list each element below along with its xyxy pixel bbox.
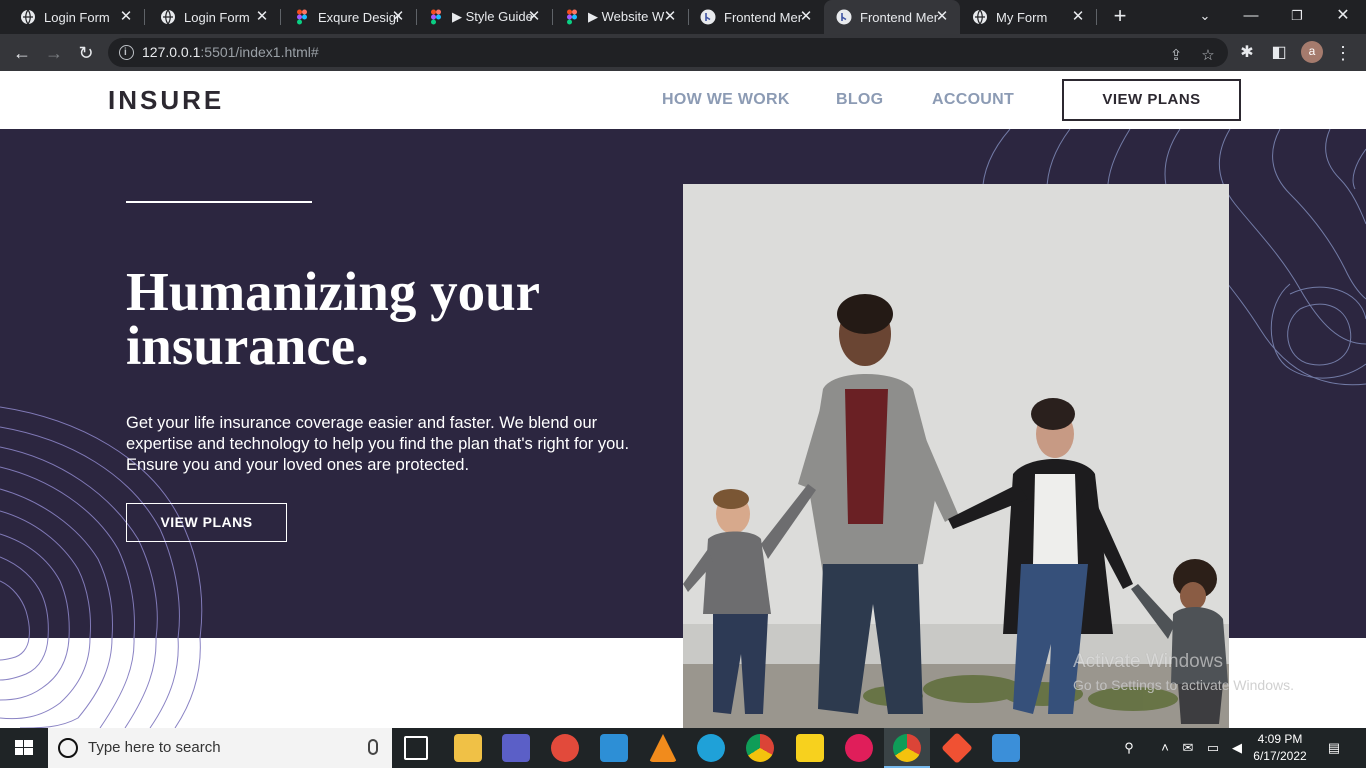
- tab-login-form-2[interactable]: Login Form ✕: [144, 0, 281, 34]
- windows-logo-icon: [15, 740, 33, 755]
- vscode-icon[interactable]: [600, 734, 628, 762]
- slack-icon[interactable]: [845, 734, 873, 762]
- contour-decoration-lower: [0, 638, 201, 728]
- tab-title: My Form: [996, 9, 1048, 25]
- hero-description: Get your life insurance coverage easier …: [126, 414, 630, 474]
- tab-style-guide[interactable]: ▶ Style Guide ✕: [416, 0, 553, 34]
- tab-website-w[interactable]: ▶ Website W ✕: [552, 0, 689, 34]
- address-bar[interactable]: 127.0.0.1:5501/index1.html# ⇪ ☆: [108, 38, 1228, 67]
- figma-icon: [567, 9, 577, 25]
- close-icon[interactable]: ✕: [118, 9, 134, 25]
- family-photo: [683, 184, 1229, 728]
- search-placeholder: Type here to search: [88, 739, 221, 756]
- microphone-icon[interactable]: [368, 739, 378, 755]
- tab-exqure-design[interactable]: Exqure Design ✕: [280, 0, 417, 34]
- close-icon[interactable]: ✕: [798, 9, 814, 25]
- hero-title: Humanizing your insurance.: [126, 261, 540, 376]
- globe-icon: [21, 9, 35, 25]
- browser-tab-strip: Login Form ✕ Login Form ✕ Exqure Design …: [0, 0, 1366, 34]
- figma-icon: [297, 9, 307, 25]
- url-path: :5501/index1.html#: [200, 44, 319, 60]
- file-explorer-icon[interactable]: [454, 734, 482, 762]
- restore-icon[interactable]: ❐: [1274, 0, 1320, 34]
- chrome-active-icon[interactable]: [884, 728, 930, 768]
- browser-toolbar: ← → ↻ 127.0.0.1:5501/index1.html# ⇪ ☆ ✱ …: [0, 34, 1366, 71]
- nav-how-we-work[interactable]: HOW WE WORK: [662, 91, 790, 109]
- extensions-puzzle-icon[interactable]: ✱: [1236, 42, 1258, 64]
- display-icon[interactable]: ▭: [1202, 728, 1224, 768]
- photos-icon[interactable]: [992, 734, 1020, 762]
- network-icon[interactable]: ✉: [1178, 728, 1198, 768]
- vlc-icon[interactable]: [649, 734, 677, 762]
- notification-icon[interactable]: ▤: [1322, 728, 1346, 768]
- close-window-icon[interactable]: ✕: [1320, 0, 1366, 34]
- share-icon[interactable]: ⇪: [1166, 46, 1186, 66]
- teams-icon[interactable]: [502, 734, 530, 762]
- chrome-icon[interactable]: [746, 734, 774, 762]
- nav-blog[interactable]: BLOG: [836, 91, 883, 109]
- tab-login-form-1[interactable]: Login Form ✕: [0, 0, 145, 34]
- close-icon[interactable]: ✕: [526, 9, 542, 25]
- activate-windows-title: Activate Windows: [1073, 651, 1223, 672]
- site-logo[interactable]: INSURE: [108, 85, 224, 116]
- people-icon[interactable]: ⚲: [1118, 728, 1140, 768]
- edge-icon[interactable]: [697, 734, 725, 762]
- close-icon[interactable]: ✕: [934, 9, 950, 25]
- close-icon[interactable]: ✕: [390, 9, 406, 25]
- activate-windows-subtitle: Go to Settings to activate Windows.: [1073, 677, 1294, 693]
- clock-date: 6/17/2022: [1253, 749, 1307, 763]
- tab-title: Frontend Mer: [860, 9, 939, 25]
- tab-my-form[interactable]: My Form ✕: [960, 0, 1097, 34]
- chevron-up-icon[interactable]: ˄: [1155, 728, 1175, 768]
- cortana-circle-icon: [58, 738, 78, 758]
- sticky-notes-icon[interactable]: [796, 734, 824, 762]
- tab-search-chevron-icon[interactable]: ⌄: [1182, 0, 1228, 34]
- taskbar-search-input[interactable]: Type here to search: [48, 728, 392, 768]
- task-view-icon[interactable]: [404, 736, 428, 760]
- globe-icon: [973, 9, 987, 25]
- bookmark-star-icon[interactable]: ☆: [1198, 46, 1218, 66]
- tab-frontend-mentor-1[interactable]: Frontend Mer ✕: [688, 0, 824, 34]
- view-plans-button[interactable]: VIEW PLANS: [126, 503, 287, 542]
- start-button[interactable]: [0, 728, 48, 768]
- url-host: 127.0.0.1: [142, 44, 201, 60]
- figma-icon: [431, 9, 441, 25]
- menu-kebab-icon[interactable]: ⋮: [1332, 42, 1354, 64]
- frontend-mentor-icon: [700, 9, 716, 25]
- minimize-icon[interactable]: —: [1228, 0, 1274, 34]
- windows-taskbar: Type here to search ⚲ ˄ ✉ ▭ ◀ 4:09 PM 6/…: [0, 728, 1366, 768]
- taskbar-clock[interactable]: 4:09 PM 6/17/2022: [1248, 731, 1312, 765]
- globe-icon: [161, 9, 175, 25]
- volume-icon[interactable]: ◀: [1226, 728, 1248, 768]
- avatar[interactable]: a: [1301, 41, 1323, 63]
- frontend-mentor-icon: [836, 9, 852, 25]
- forward-arrow-icon[interactable]: →: [40, 39, 68, 67]
- close-icon[interactable]: ✕: [1070, 9, 1086, 25]
- tab-title: ▶ Website W: [588, 9, 665, 24]
- media-player-icon[interactable]: [551, 734, 579, 762]
- clock-time: 4:09 PM: [1257, 732, 1303, 746]
- header-view-plans-button[interactable]: VIEW PLANS: [1062, 79, 1241, 121]
- tab-frontend-mentor-active[interactable]: Frontend Mer ✕: [824, 0, 960, 34]
- tab-separator: [1096, 9, 1097, 25]
- reload-icon[interactable]: ↻: [72, 39, 100, 67]
- new-tab-button[interactable]: +: [1108, 5, 1132, 29]
- web-page: Humanizing your insurance. Get your life…: [0, 71, 1366, 728]
- back-arrow-icon[interactable]: ←: [8, 39, 36, 67]
- tab-title: Exqure Design: [318, 9, 400, 25]
- side-panel-icon[interactable]: ◧: [1268, 42, 1290, 64]
- tab-title: Frontend Mer: [724, 9, 803, 25]
- tab-title: Login Form: [44, 9, 110, 25]
- close-icon[interactable]: ✕: [254, 9, 270, 25]
- close-icon[interactable]: ✕: [662, 9, 678, 25]
- git-icon[interactable]: [941, 732, 973, 764]
- tab-title: ▶ Style Guide: [452, 9, 533, 24]
- site-header: INSURE HOW WE WORK BLOG ACCOUNT VIEW PLA…: [0, 71, 1366, 129]
- nav-account[interactable]: ACCOUNT: [932, 91, 1014, 109]
- info-icon[interactable]: [119, 38, 134, 67]
- hero-accent-line: [126, 201, 312, 203]
